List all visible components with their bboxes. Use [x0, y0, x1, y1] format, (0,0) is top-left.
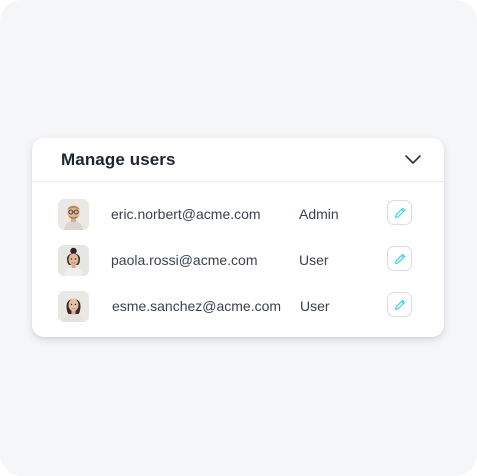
pencil-icon [394, 299, 406, 311]
edit-user-button[interactable] [387, 292, 412, 317]
card-header: Manage users [32, 138, 444, 182]
collapse-toggle-button[interactable] [402, 150, 424, 170]
card-title: Manage users [61, 150, 176, 169]
user-row: eric.norbert@acme.com Admin [32, 199, 444, 245]
pencil-icon [394, 253, 406, 265]
user-role: Admin [299, 206, 339, 222]
page-background: Manage users eric.norbert@acme.com Admin… [0, 0, 477, 476]
user-email: eric.norbert@acme.com [111, 206, 261, 222]
avatar [58, 199, 89, 230]
user-row: paola.rossi@acme.com User [32, 245, 444, 291]
pencil-icon [394, 207, 406, 219]
user-role: User [299, 252, 329, 268]
avatar [58, 245, 89, 276]
user-row: esme.sanchez@acme.com User [32, 291, 444, 337]
user-email: paola.rossi@acme.com [111, 252, 258, 268]
edit-user-button[interactable] [387, 246, 412, 271]
manage-users-card: Manage users eric.norbert@acme.com Admin… [32, 138, 444, 337]
avatar [58, 291, 89, 322]
chevron-down-icon [405, 155, 421, 164]
user-email: esme.sanchez@acme.com [112, 298, 282, 314]
edit-user-button[interactable] [387, 200, 412, 225]
user-role: User [300, 298, 330, 314]
